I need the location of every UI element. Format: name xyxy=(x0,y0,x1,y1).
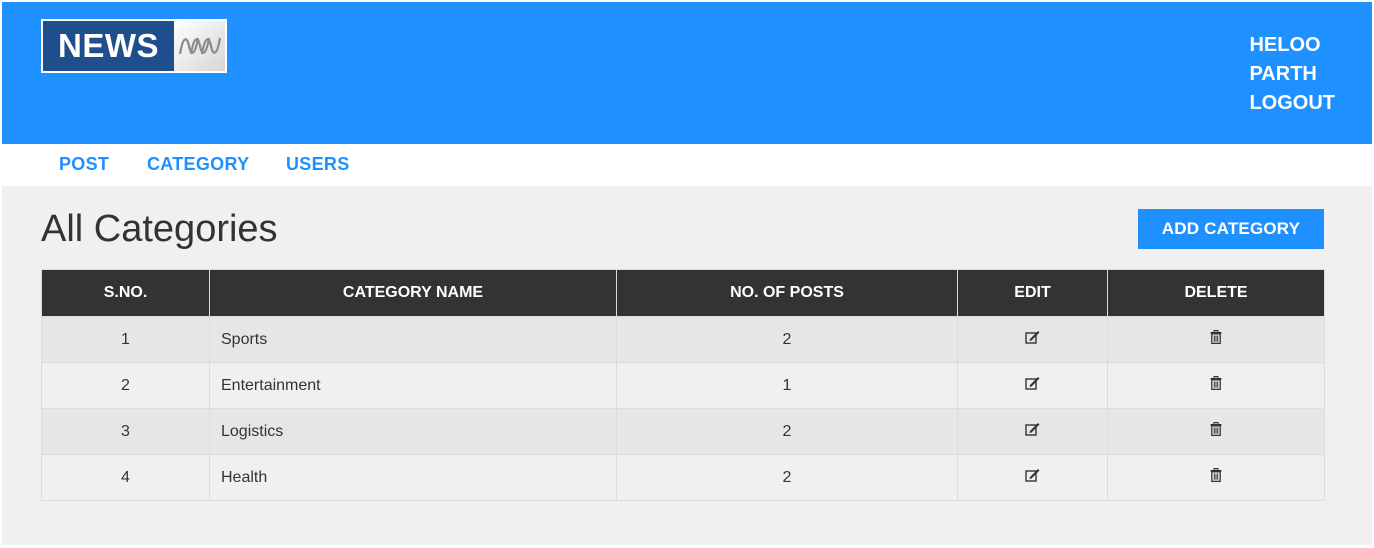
row-post-count: 2 xyxy=(616,454,958,501)
column-header-name: CATEGORY NAME xyxy=(209,269,617,317)
edit-icon[interactable] xyxy=(1025,330,1040,349)
row-category-name: Health xyxy=(209,454,617,501)
trash-icon[interactable] xyxy=(1210,422,1222,441)
table-row: 4 Health 2 xyxy=(41,454,1325,501)
edit-cell xyxy=(957,454,1108,501)
edit-icon[interactable] xyxy=(1025,468,1040,487)
edit-icon[interactable] xyxy=(1025,376,1040,395)
row-category-name: Logistics xyxy=(209,408,617,455)
site-logo[interactable]: NEWS xyxy=(41,19,227,73)
edit-icon[interactable] xyxy=(1025,422,1040,441)
delete-cell xyxy=(1107,408,1325,455)
table-row: 2 Entertainment 1 xyxy=(41,362,1325,409)
row-sno: 2 xyxy=(41,362,210,409)
username-text: PARTH xyxy=(1249,63,1317,85)
nav-category[interactable]: CATEGORY xyxy=(147,154,249,175)
row-sno: 4 xyxy=(41,454,210,501)
row-category-name: Entertainment xyxy=(209,362,617,409)
page-title: All Categories xyxy=(41,208,278,250)
column-header-delete: DELETE xyxy=(1107,269,1325,317)
edit-cell xyxy=(957,362,1108,409)
trash-icon[interactable] xyxy=(1210,376,1222,395)
add-category-button[interactable]: ADD CATEGORY xyxy=(1138,209,1324,249)
row-sno: 3 xyxy=(41,408,210,455)
trash-icon[interactable] xyxy=(1210,468,1222,487)
table-row: 1 Sports 2 xyxy=(41,316,1325,363)
trash-icon[interactable] xyxy=(1210,330,1222,349)
column-header-edit: EDIT xyxy=(957,269,1108,317)
row-sno: 1 xyxy=(41,316,210,363)
abc-logo-icon xyxy=(174,21,225,71)
user-menu: HELOO PARTH LOGOUT xyxy=(1249,31,1335,118)
row-post-count: 2 xyxy=(616,316,958,363)
delete-cell xyxy=(1107,362,1325,409)
column-header-posts: NO. OF POSTS xyxy=(616,269,958,317)
main-nav: POST CATEGORY USERS xyxy=(0,144,1374,186)
column-header-sno: S.NO. xyxy=(41,269,210,317)
delete-cell xyxy=(1107,454,1325,501)
header: NEWS HELOO PARTH LOGOUT xyxy=(2,2,1372,144)
logo-text: NEWS xyxy=(43,21,174,71)
table-header-row: S.NO. CATEGORY NAME NO. OF POSTS EDIT DE… xyxy=(41,269,1325,317)
row-post-count: 2 xyxy=(616,408,958,455)
edit-cell xyxy=(957,408,1108,455)
content-area: All Categories ADD CATEGORY S.NO. CATEGO… xyxy=(2,186,1372,545)
row-post-count: 1 xyxy=(616,362,958,409)
nav-users[interactable]: USERS xyxy=(286,154,350,175)
nav-post[interactable]: POST xyxy=(59,154,109,175)
logout-link[interactable]: LOGOUT xyxy=(1249,89,1335,118)
greeting-text: HELOO xyxy=(1249,34,1321,56)
categories-table: S.NO. CATEGORY NAME NO. OF POSTS EDIT DE… xyxy=(41,269,1325,501)
edit-cell xyxy=(957,316,1108,363)
delete-cell xyxy=(1107,316,1325,363)
table-row: 3 Logistics 2 xyxy=(41,408,1325,455)
row-category-name: Sports xyxy=(209,316,617,363)
